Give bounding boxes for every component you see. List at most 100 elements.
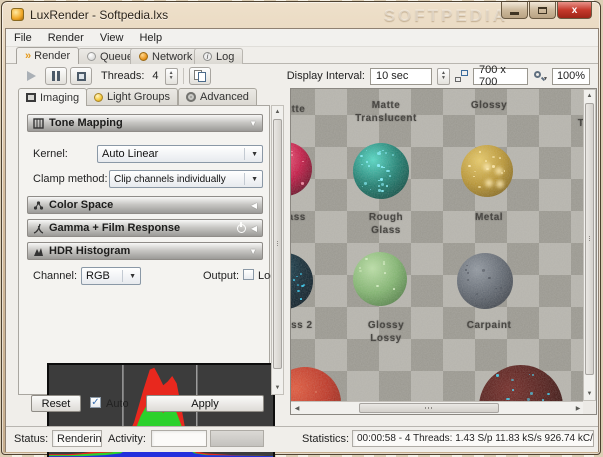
window-title: LuxRender - Softpedia.lxs [30,8,168,22]
collapse-down-icon[interactable]: ▼ [249,119,257,128]
collapse-left-icon[interactable]: ◀ [251,224,257,233]
apply-button[interactable]: Apply [146,395,264,412]
sparkle-dot [511,379,514,381]
gamma-power-toggle-icon[interactable] [237,224,246,233]
section-gamma-film[interactable]: Gamma + Film Response ◀ [27,219,263,237]
render-material-label: Metal [449,211,529,224]
menu-view[interactable]: View [92,30,132,46]
display-interval-stepper[interactable]: ▲▼ [437,68,450,85]
sparkle-dot [529,374,531,375]
auto-checkbox[interactable]: ✓ [90,397,101,408]
sparkle-dot [386,170,389,173]
render-material-label: Rough Glass [346,211,426,237]
channel-label: Channel: [33,270,77,282]
copy-icon [194,70,206,82]
color-space-title: Color Space [49,199,113,211]
sparkle-dot [298,390,300,391]
tab-network[interactable]: Network [130,48,201,64]
scroll-left-icon[interactable]: ◀ [291,402,303,414]
screenshot: LuxRender - Softpedia.lxs SOFTPEDIA x Fi… [0,0,603,457]
close-button[interactable]: x [557,2,592,19]
glow-spot [481,161,493,173]
menu-help[interactable]: Help [131,30,170,46]
resume-button[interactable] [20,67,42,85]
queue-icon [87,52,96,61]
render-material-label: Glass 2 [291,319,328,332]
tab-advanced-label: Advanced [200,91,249,103]
zoom-magnifier-icon[interactable]: ▼ [533,70,547,83]
client-area: File Render View Help » Render Queue Net… [5,28,599,452]
threads-label: Threads: [101,70,144,82]
sparkle-dot [512,389,514,391]
app-icon [11,8,24,21]
preview-hscroll-thumb[interactable] [359,403,499,413]
scroll-up-icon[interactable]: ▲ [584,90,595,102]
collapse-left-icon[interactable]: ◀ [251,201,257,210]
clamp-method-combobox[interactable]: Clip channels individually ▼ [109,170,263,188]
tab-imaging[interactable]: Imaging [18,88,87,106]
sparkle-dot [393,288,396,290]
reset-button[interactable]: Reset [31,395,81,412]
clamp-dropdown-icon: ▼ [244,173,258,185]
section-tone-mapping[interactable]: Tone Mapping ▼ [27,114,263,132]
preview-hscrollbar[interactable]: ◀ ▶ [291,401,584,414]
sparkle-dot [368,165,371,167]
tab-advanced[interactable]: Advanced [178,88,257,105]
sparkle-dot [296,276,298,277]
gamma-film-icon [33,223,44,234]
sparkle-dot [385,152,387,154]
sparkle-dot [384,272,386,274]
channel-combobox[interactable]: RGB ▼ [81,267,141,285]
scroll-down-icon[interactable]: ▼ [584,388,595,400]
collapse-down-icon[interactable]: ▼ [249,247,257,256]
section-hdr-histogram[interactable]: HDR Histogram ▼ [27,242,263,260]
title-bar[interactable]: LuxRender - Softpedia.lxs SOFTPEDIA x [2,2,600,27]
glow-spot [494,178,506,190]
display-interval-input[interactable]: 10 sec [370,68,432,85]
hdr-histogram-title: HDR Histogram [49,245,130,257]
tab-render-label: Render [34,50,70,62]
sphere-metal-gray [457,253,513,309]
maximize-button[interactable] [529,2,556,19]
resolution-icon [455,70,468,82]
render-toolbar: Threads: 4 ▲▼ Display Interval: 10 sec ▲… [6,65,598,87]
glow-spot [483,177,495,189]
menu-render[interactable]: Render [40,30,92,46]
log-checkbox[interactable] [243,269,254,280]
sparkle-dot [389,175,391,177]
sparkle-dot [361,164,363,166]
tab-network-label: Network [152,51,192,63]
scroll-up-icon[interactable]: ▲ [272,106,283,118]
stop-button[interactable] [70,67,92,85]
minimize-button[interactable] [501,2,528,19]
pause-button[interactable] [45,67,67,85]
render-material-label: T [566,117,583,130]
panel-scrollbar[interactable]: ▲ ▼ [271,105,284,395]
panel-scrollbar-thumb[interactable] [273,119,282,369]
tab-render[interactable]: » Render [16,47,79,64]
resolution-field: 700 x 700 [473,68,528,85]
channel-dropdown-icon: ▼ [122,270,136,282]
sparkle-dot [474,171,476,173]
sparkle-dot [360,155,363,157]
sparkle-dot [300,298,302,300]
sphere-glossy-gold [461,145,513,197]
tab-log[interactable]: i Log [194,48,243,64]
copy-to-clipboard-button[interactable] [189,67,211,85]
menu-bar: File Render View Help [6,29,598,47]
kernel-value: Auto Linear [102,148,158,160]
tab-queue-label: Queue [100,51,133,63]
kernel-combobox[interactable]: Auto Linear ▼ [97,145,263,163]
threads-stepper[interactable]: ▲▼ [165,68,178,85]
menu-file[interactable]: File [6,30,40,46]
section-color-space[interactable]: Color Space ◀ [27,196,263,214]
scroll-down-icon[interactable]: ▼ [272,382,283,394]
preview-vscroll-thumb[interactable] [585,103,594,375]
render-material-label: Glossy [449,99,529,112]
sparkle-dot [467,272,469,273]
sparkle-dot [377,152,380,155]
preview-vscrollbar[interactable]: ▲ ▼ [583,89,596,401]
sphere-glossy-green [353,252,407,306]
sparkle-dot [386,185,388,187]
tab-light-groups[interactable]: Light Groups [86,88,178,105]
